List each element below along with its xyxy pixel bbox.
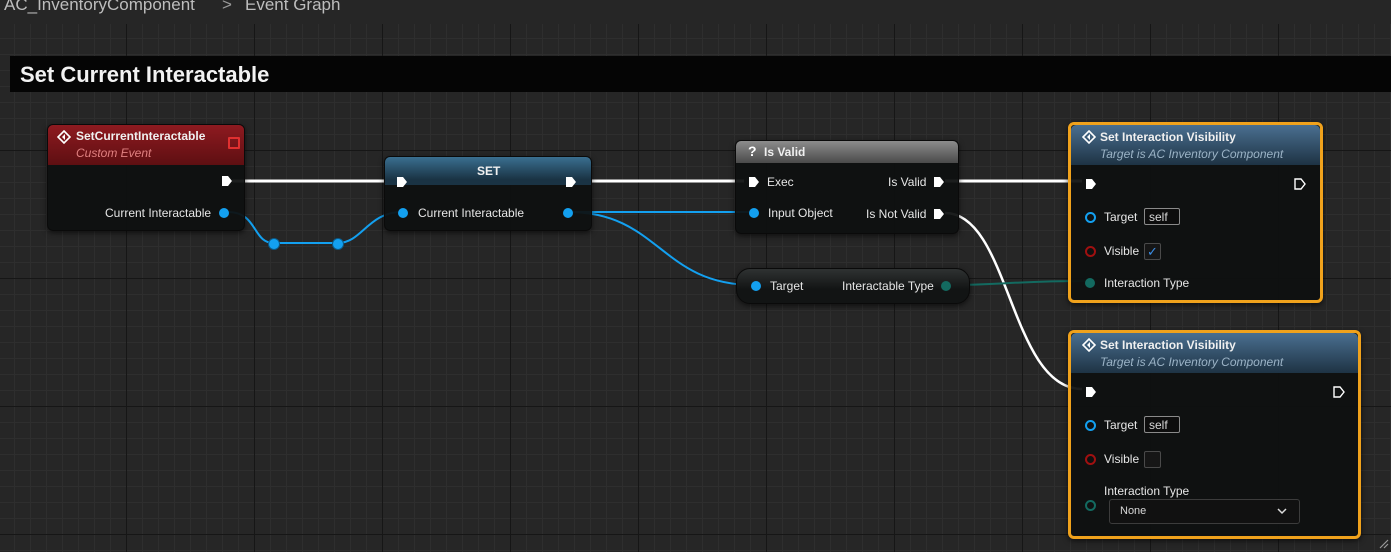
object-in-pin[interactable] xyxy=(749,208,759,218)
pin-label: Visible xyxy=(1104,452,1140,466)
pin-label: Current Interactable xyxy=(418,206,525,220)
object-in-pin[interactable] xyxy=(751,281,761,291)
function-header: Set Interaction Visibility Target is AC … xyxy=(1071,125,1320,165)
pin-label: Interaction Type xyxy=(1104,484,1190,498)
node-subtitle: Target is AC Inventory Component xyxy=(1100,355,1284,369)
exec-in-pin[interactable] xyxy=(1085,178,1097,190)
event-diamond-icon xyxy=(57,130,71,144)
exec-out-pin[interactable] xyxy=(221,175,233,187)
node-title: Set Interaction Visibility xyxy=(1100,130,1236,144)
exec-out-pin[interactable] xyxy=(933,208,945,220)
breadcrumb: AC_InventoryComponent > Event Graph xyxy=(0,0,1391,24)
comment-title: Set Current Interactable xyxy=(20,62,270,87)
breadcrumb-separator: > xyxy=(222,0,232,14)
object-in-pin[interactable] xyxy=(1085,420,1096,431)
enum-out-pin[interactable] xyxy=(941,281,951,291)
set-interaction-visibility-node[interactable]: Set Interaction Visibility Target is AC … xyxy=(1068,330,1361,539)
pin-label: Is Not Valid xyxy=(866,207,927,221)
custom-event-header: SetCurrentInteractable Custom Event xyxy=(48,125,244,165)
set-node[interactable]: SET Current Interactable xyxy=(384,156,592,231)
breadcrumb-root[interactable]: AC_InventoryComponent xyxy=(4,0,195,13)
set-interaction-visibility-node[interactable]: Set Interaction Visibility Target is AC … xyxy=(1068,122,1323,303)
function-header: Set Interaction Visibility Target is AC … xyxy=(1071,333,1358,373)
exec-out-pin[interactable] xyxy=(565,176,577,188)
breadcrumb-graph[interactable]: Event Graph xyxy=(245,0,340,13)
enum-in-pin[interactable] xyxy=(1085,500,1096,511)
reroute-node[interactable] xyxy=(332,238,344,250)
pin-label: Input Object xyxy=(768,206,833,220)
pin-label: Interactable Type xyxy=(842,279,934,293)
custom-event-node[interactable]: SetCurrentInteractable Custom Event Curr… xyxy=(47,124,245,231)
visible-checkbox[interactable]: ✓ xyxy=(1144,243,1161,260)
bool-in-pin[interactable] xyxy=(1085,246,1096,257)
node-title: SetCurrentInteractable xyxy=(76,129,206,143)
resize-handle-icon[interactable] xyxy=(1379,539,1389,549)
bool-in-pin[interactable] xyxy=(1085,454,1096,465)
pin-label: Target xyxy=(1104,210,1138,224)
pin-label: Interaction Type xyxy=(1104,276,1190,290)
dropdown-value: None xyxy=(1120,505,1147,517)
delegate-pin-icon[interactable] xyxy=(228,137,240,149)
get-interactable-type-node[interactable]: Target Interactable Type xyxy=(736,268,970,304)
pin-label: Target xyxy=(1104,418,1138,432)
object-in-pin[interactable] xyxy=(1085,212,1096,223)
enum-in-pin[interactable] xyxy=(1085,278,1095,288)
target-field[interactable]: self xyxy=(1144,416,1180,433)
object-out-pin[interactable] xyxy=(219,208,229,218)
is-valid-node[interactable]: ? Is Valid Exec Is Valid Input Object Is… xyxy=(735,140,959,234)
check-icon: ✓ xyxy=(1147,244,1158,259)
exec-out-pin[interactable] xyxy=(1294,178,1306,190)
set-header: SET xyxy=(385,157,591,185)
exec-out-pin[interactable] xyxy=(1333,386,1345,398)
exec-out-pin[interactable] xyxy=(933,176,945,188)
node-subtitle: Target is AC Inventory Component xyxy=(1100,147,1284,161)
interaction-type-dropdown[interactable]: None xyxy=(1109,499,1300,524)
is-valid-header: ? Is Valid xyxy=(736,141,958,163)
visible-checkbox[interactable] xyxy=(1144,451,1161,468)
function-icon xyxy=(1082,338,1096,352)
comment-box-header[interactable]: Set Current Interactable xyxy=(10,56,1391,92)
pin-label: Target xyxy=(770,279,804,293)
reroute-node[interactable] xyxy=(268,238,280,250)
function-icon xyxy=(1082,130,1096,144)
pin-label: Exec xyxy=(767,175,794,189)
question-mark-icon: ? xyxy=(748,143,757,159)
exec-in-pin[interactable] xyxy=(748,176,760,188)
node-title: SET xyxy=(477,164,501,178)
target-field[interactable]: self xyxy=(1144,208,1180,225)
chevron-down-icon xyxy=(1277,508,1287,515)
exec-in-pin[interactable] xyxy=(396,176,408,188)
pin-label: Current Interactable xyxy=(105,206,212,220)
exec-in-pin[interactable] xyxy=(1085,386,1097,398)
pin-label: Visible xyxy=(1104,244,1140,258)
object-in-pin[interactable] xyxy=(398,208,408,218)
node-title: Set Interaction Visibility xyxy=(1100,338,1236,352)
object-out-pin[interactable] xyxy=(563,208,573,218)
node-title: Is Valid xyxy=(764,145,806,159)
node-subtitle: Custom Event xyxy=(76,146,152,160)
pin-label: Is Valid xyxy=(888,175,927,189)
